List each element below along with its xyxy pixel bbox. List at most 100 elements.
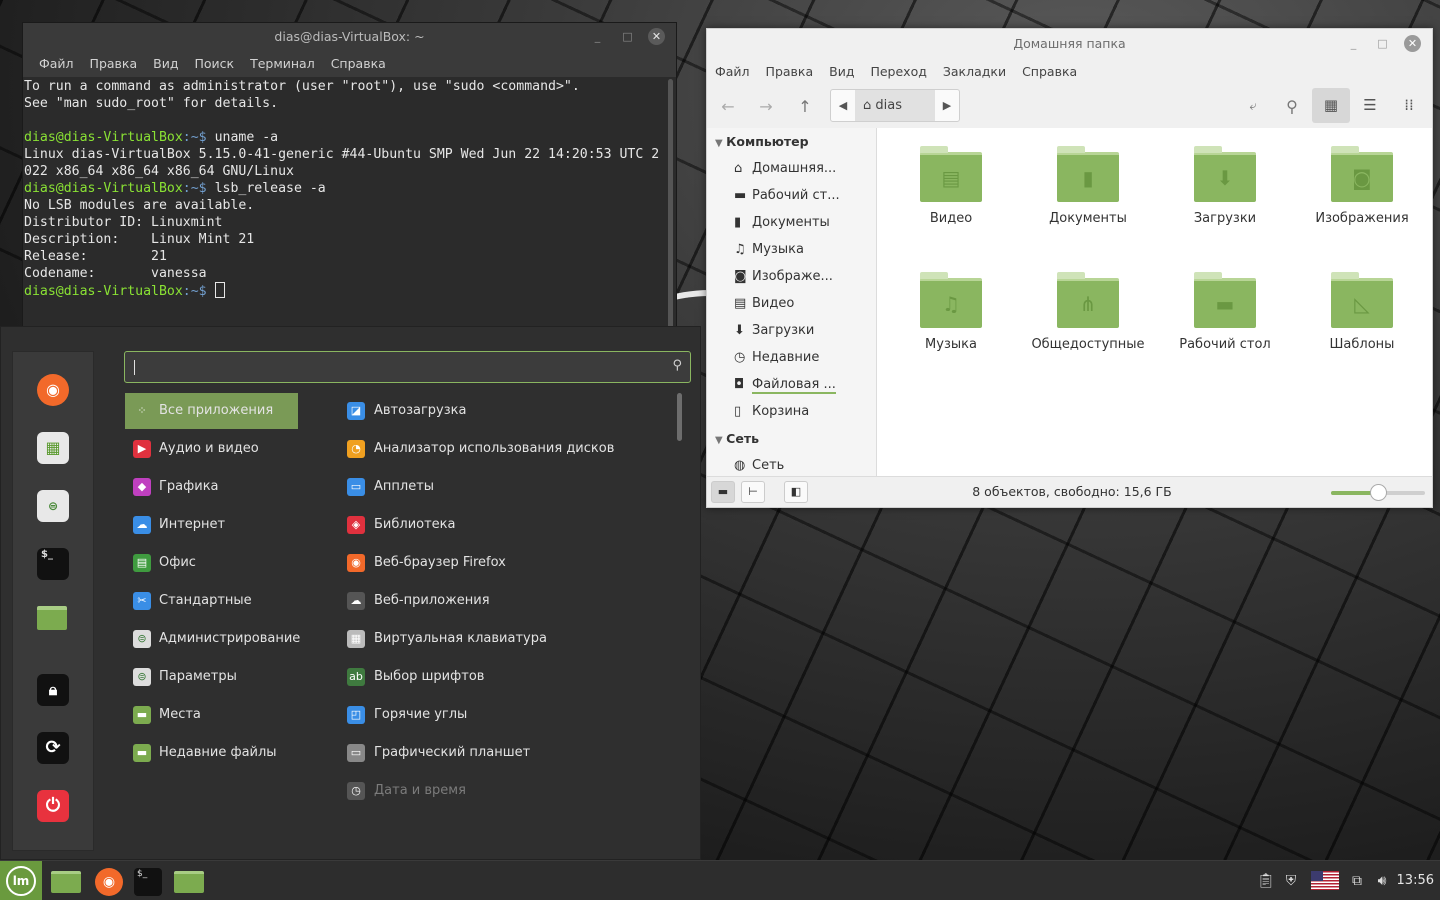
zoom-slider-handle[interactable] — [1370, 484, 1387, 501]
software-manager-icon[interactable]: ▦ — [37, 432, 69, 464]
menu-category[interactable]: ▬ Недавние файлы — [125, 735, 298, 771]
menu-help[interactable]: Справка — [323, 56, 394, 71]
terminal-scrollbar[interactable] — [668, 79, 673, 329]
menu-file[interactable]: Файл — [707, 64, 758, 79]
menu-app-item[interactable]: ▦ Виртуальная клавиатура — [346, 621, 676, 657]
files-icon[interactable] — [37, 606, 67, 630]
logout-icon[interactable]: ⟳ — [37, 732, 69, 764]
menu-category[interactable]: ▶ Аудио и видео — [125, 431, 298, 467]
folder-item[interactable]: ◺ Шаблоны — [1294, 272, 1430, 352]
show-tree-icon[interactable]: ⊢ — [741, 481, 765, 503]
menu-app-item[interactable]: ◪ Автозагрузка — [346, 393, 676, 429]
file-manager-window[interactable]: Домашняя папка _ □ ✕ Файл Правка Вид Пер… — [706, 28, 1433, 508]
power-icon[interactable]: ⏻ — [37, 790, 69, 822]
folder-item[interactable]: ▮ Документы — [1020, 146, 1156, 226]
clipboard-icon[interactable]: 📋︎ — [1257, 861, 1275, 900]
terminal-window[interactable]: dias@dias-VirtualBox: ~ _ □ ✕ Файл Правк… — [22, 22, 677, 332]
sidebar-item[interactable]: ◘ Файловая ... — [707, 371, 876, 398]
menu-go[interactable]: Переход — [862, 64, 934, 79]
icon-view-icon[interactable]: ▦ — [1312, 88, 1350, 123]
menu-button[interactable]: lm — [0, 861, 42, 900]
menu-terminal[interactable]: Терминал — [242, 56, 323, 71]
sidebar-item[interactable]: ◷ Недавние — [707, 344, 876, 371]
menu-app-item[interactable]: ▭ Апплеты — [346, 469, 676, 505]
clock[interactable]: 13:56 — [1397, 861, 1434, 900]
network-icon[interactable]: ⧉ — [1348, 861, 1366, 900]
sidebar-item[interactable]: ♫ Музыка — [707, 236, 876, 263]
sidebar-header-network[interactable]: ▼ Сеть — [707, 425, 876, 452]
menu-search[interactable]: Поиск — [186, 56, 242, 71]
menu-bookmarks[interactable]: Закладки — [935, 64, 1014, 79]
firefox-launcher[interactable]: ◉ — [92, 865, 126, 899]
back-arrow-icon[interactable]: ← — [717, 96, 739, 118]
folder-item[interactable]: ◙ Изображения — [1294, 146, 1430, 226]
menu-app-item[interactable]: ◉ Веб-браузер Firefox — [346, 545, 676, 581]
shield-icon[interactable]: ⛨ — [1282, 861, 1300, 900]
menu-app-item[interactable]: ◈ Библиотека — [346, 507, 676, 543]
keyboard-layout-flag-icon[interactable] — [1311, 871, 1339, 890]
menu-app-item[interactable]: ☁ Веб-приложения — [346, 583, 676, 619]
system-settings-icon[interactable]: ⊜ — [37, 490, 69, 522]
menu-category[interactable]: ▤ Офис — [125, 545, 298, 581]
up-arrow-icon[interactable]: ↑ — [794, 96, 816, 118]
menu-app-item[interactable]: ab Выбор шрифтов — [346, 659, 676, 695]
sidebar-header-computer[interactable]: ▼ Компьютер — [707, 128, 876, 155]
zoom-slider[interactable] — [1331, 484, 1425, 501]
menu-edit[interactable]: Правка — [758, 64, 822, 79]
menu-search-input[interactable]: ⚲ — [124, 351, 691, 383]
menu-app-item[interactable]: ◰ Горячие углы — [346, 697, 676, 733]
firefox-icon[interactable]: ◉ — [37, 374, 69, 406]
close-icon[interactable]: ✕ — [648, 28, 665, 45]
folder-view[interactable]: ▤ Видео ▮ Документы ⬇ Загрузки ◙ Изображения ♫ Му… — [877, 128, 1432, 478]
menu-scrollbar[interactable] — [677, 393, 682, 441]
maximize-icon[interactable]: □ — [619, 28, 636, 45]
file-manager-titlebar[interactable]: Домашняя папка _ □ ✕ — [707, 29, 1432, 58]
minimize-icon[interactable]: _ — [589, 28, 606, 45]
terminal-prompt-line[interactable]: dias@dias-VirtualBox:~$ — [24, 282, 676, 300]
compact-view-icon[interactable]: ⁞⁞ — [1390, 88, 1428, 123]
close-icon[interactable]: ✕ — [1404, 35, 1421, 52]
maximize-icon[interactable]: □ — [1374, 35, 1391, 52]
files-task[interactable] — [172, 865, 206, 899]
menu-category[interactable]: ⊜ Администрирование — [125, 621, 300, 657]
folder-item[interactable]: ▬ Рабочий стол — [1157, 272, 1293, 352]
volume-icon[interactable]: 🔊︎ — [1373, 861, 1391, 900]
folder-item[interactable]: ⬇ Загрузки — [1157, 146, 1293, 226]
sidebar-item[interactable]: ▬ Рабочий ст... — [707, 182, 876, 209]
menu-category[interactable]: ✂ Стандартные — [125, 583, 298, 619]
menu-app-item[interactable]: ◔ Анализатор использования дисков — [346, 431, 676, 467]
path-left-icon[interactable]: ◀ — [831, 90, 855, 121]
show-places-icon[interactable]: ▬ — [711, 481, 735, 503]
sidebar-item[interactable]: ⬇ Загрузки — [707, 317, 876, 344]
sidebar-item[interactable]: ◙ Изображе... — [707, 263, 876, 290]
lock-icon[interactable]: 🔒︎ — [37, 674, 69, 706]
menu-app-item[interactable]: ▭ Графический планшет — [346, 735, 676, 771]
menu-help[interactable]: Справка — [1014, 64, 1085, 79]
menu-category[interactable]: ◆ Графика — [125, 469, 298, 505]
sidebar-item[interactable]: ⌂ Домашняя... — [707, 155, 876, 182]
hide-sidebar-icon[interactable]: ◧ — [784, 481, 808, 503]
folder-item[interactable]: ▤ Видео — [883, 146, 1019, 226]
path-right-icon[interactable]: ▶ — [935, 90, 959, 121]
menu-category[interactable]: ▬ Места — [125, 697, 298, 733]
terminal-output[interactable]: To run a command as administrator (user … — [23, 77, 676, 300]
folder-item[interactable]: ♫ Музыка — [883, 272, 1019, 352]
show-desktop-launcher[interactable] — [49, 865, 83, 899]
menu-category[interactable]: ⁘ Все приложения — [125, 393, 298, 429]
sidebar-item[interactable]: ▤ Видео — [707, 290, 876, 317]
terminal-task[interactable]: $_ — [131, 865, 165, 899]
menu-edit[interactable]: Правка — [82, 56, 146, 71]
search-icon[interactable]: ⚲ — [1281, 96, 1303, 118]
sidebar-item[interactable]: ◍ Сеть — [707, 452, 876, 478]
list-view-icon[interactable]: ☰ — [1351, 88, 1389, 123]
menu-view[interactable]: Вид — [145, 56, 186, 71]
menu-category[interactable]: ☁ Интернет — [125, 507, 298, 543]
folder-item[interactable]: ⋔ Общедоступные — [1020, 272, 1156, 352]
forward-arrow-icon[interactable]: → — [755, 96, 777, 118]
menu-file[interactable]: Файл — [31, 56, 82, 71]
minimize-icon[interactable]: _ — [1345, 35, 1362, 52]
menu-view[interactable]: Вид — [821, 64, 862, 79]
sidebar-item[interactable]: ▯ Корзина — [707, 398, 876, 425]
toggle-location-icon[interactable]: ⤶ — [1242, 96, 1264, 118]
path-crumb-home[interactable]: ⌂ dias — [855, 90, 935, 121]
